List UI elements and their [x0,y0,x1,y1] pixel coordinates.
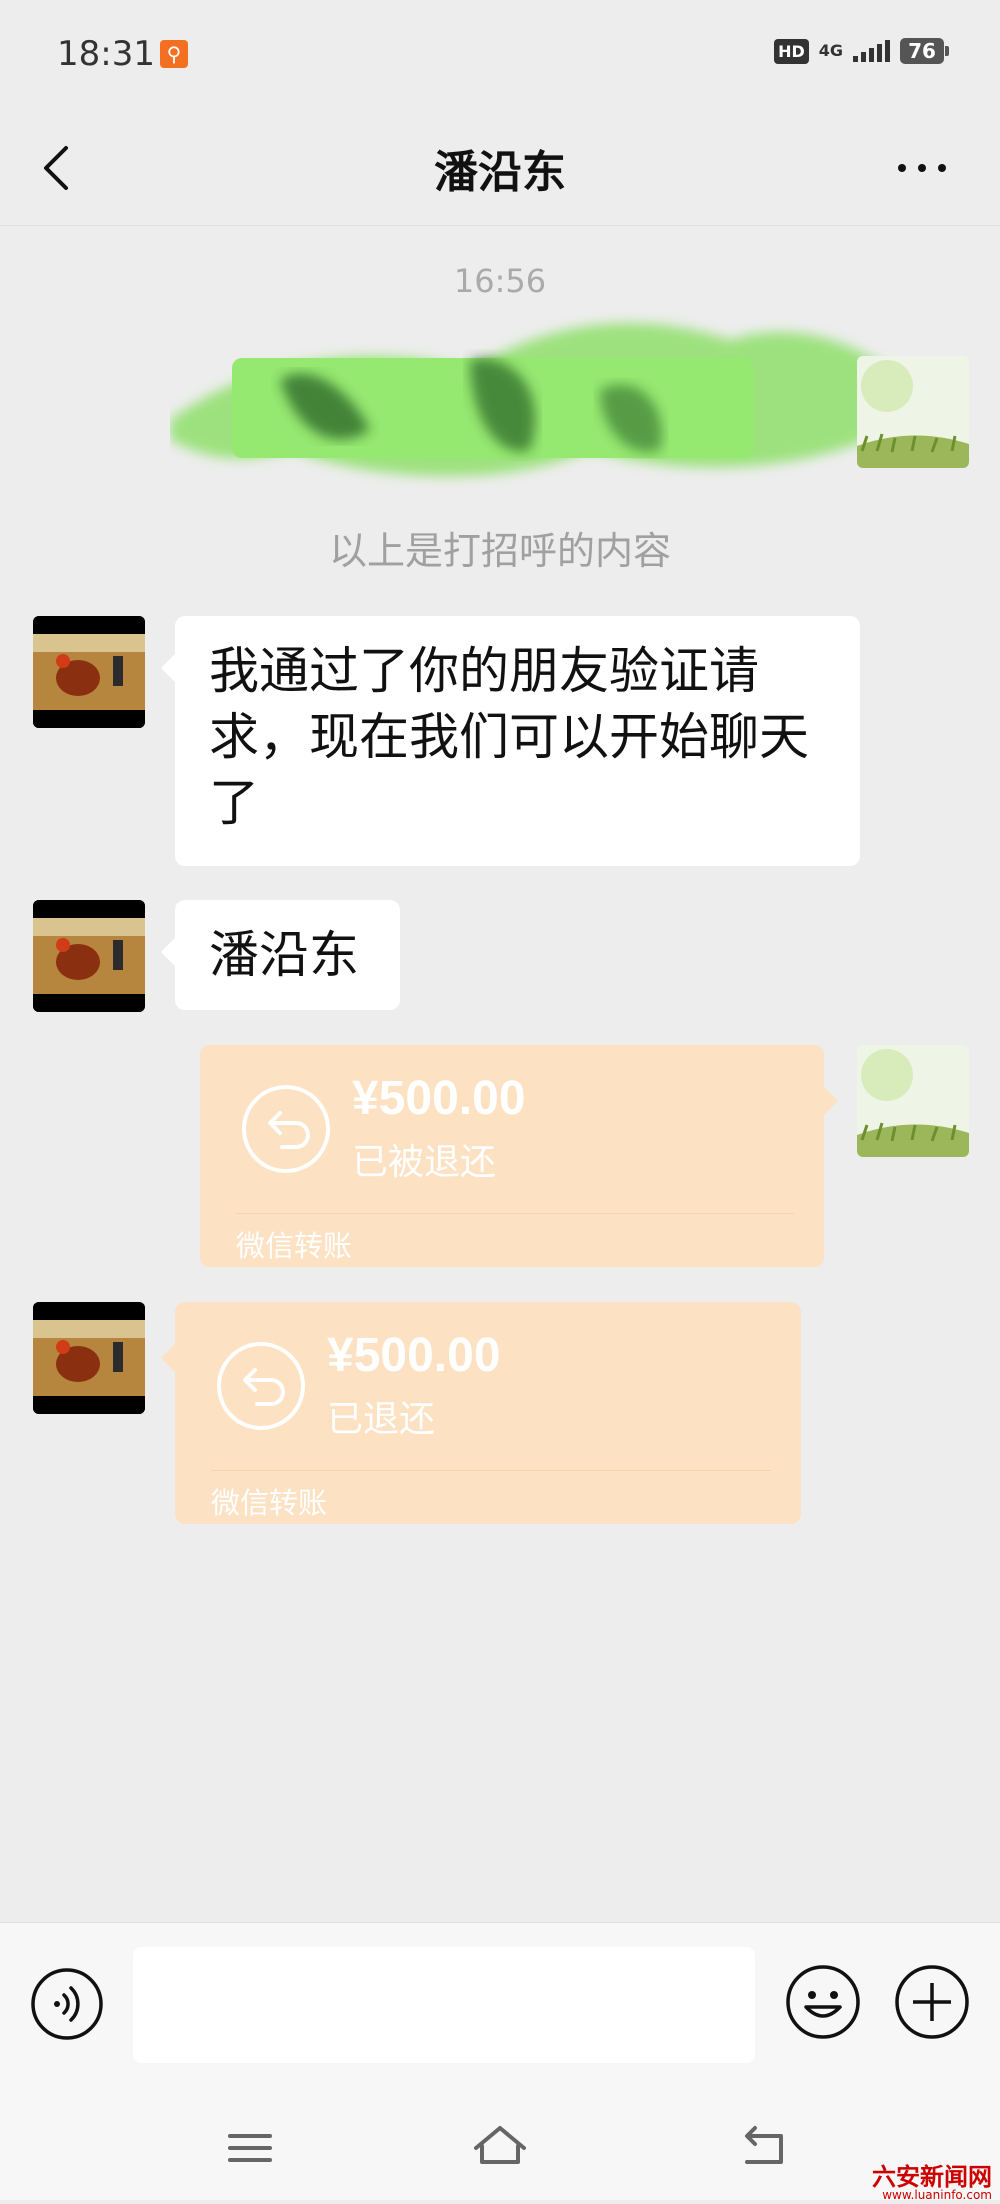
message-text: 潘沿东 [209,926,359,984]
transfer-card[interactable]: ¥500.00 已被退还 微信转账 [200,1045,838,1267]
transfer-label: 微信转账 [236,1229,353,1263]
transfer-label: 微信转账 [211,1486,328,1520]
transfer-status: 已被退还 [352,1142,497,1183]
avatar-image-sprouts [857,356,969,468]
emoji-icon[interactable] [784,1963,862,2041]
chat-input-bar [0,1922,1000,2101]
transfer-divider [236,1213,794,1214]
back-nav-icon[interactable] [735,2118,795,2178]
my-avatar[interactable] [857,1045,969,1157]
message-bubble[interactable]: 我通过了你的朋友验证请求，现在我们可以开始聊天了 [161,616,860,866]
message-input[interactable] [133,1947,755,2063]
avatar-image-sprouts [857,1045,969,1157]
redacted-message-scribble [170,323,890,477]
message-timestamp: 16:56 [453,262,547,300]
transfer-divider [211,1470,771,1471]
site-watermark: 六安新闻网 www.luaninfo.com [872,2165,992,2204]
transfer-amount: ¥500.00 [327,1329,501,1382]
signal-icon [853,40,890,62]
message-bubble[interactable]: 潘沿东 [161,900,400,1010]
menu-icon[interactable] [220,2118,280,2178]
refund-icon [242,1085,330,1173]
contact-avatar[interactable] [33,616,145,728]
message-text: 我通过了你的朋友验证请求，现在我们可以开始聊天了 [209,642,809,832]
chat-title: 潘沿东 [434,147,566,198]
transfer-status: 已退还 [327,1399,436,1440]
status-time: 18:31 [57,34,155,74]
hd-badge: HD [774,38,809,64]
system-navigation-bar [0,2100,1000,2200]
refund-icon [217,1342,305,1430]
system-note: 以上是打招呼的内容 [328,529,671,573]
more-options-icon[interactable] [894,154,950,182]
battery-icon: 76 [900,38,949,64]
chat-header: 潘沿东 [0,110,1000,226]
notification-app-icon: ⚲ [160,40,188,68]
contact-avatar[interactable] [33,900,145,1012]
transfer-amount: ¥500.00 [352,1072,526,1125]
network-type: 4G [818,41,843,60]
watermark-url: www.luaninfo.com [882,2188,992,2202]
avatar-image-rooster [33,616,145,728]
voice-input-icon[interactable] [30,1967,104,2041]
avatar-image-rooster [33,1302,145,1414]
my-avatar[interactable] [857,356,969,468]
avatar-image-rooster [33,900,145,1012]
plus-icon[interactable] [893,1963,971,2041]
status-bar: 18:31 ⚲ HD 4G 76 [0,0,1000,110]
contact-avatar[interactable] [33,1302,145,1414]
transfer-card[interactable]: ¥500.00 已退还 微信转账 [161,1302,801,1524]
home-icon[interactable] [470,2118,530,2178]
status-indicators: HD 4G 76 [774,38,949,64]
